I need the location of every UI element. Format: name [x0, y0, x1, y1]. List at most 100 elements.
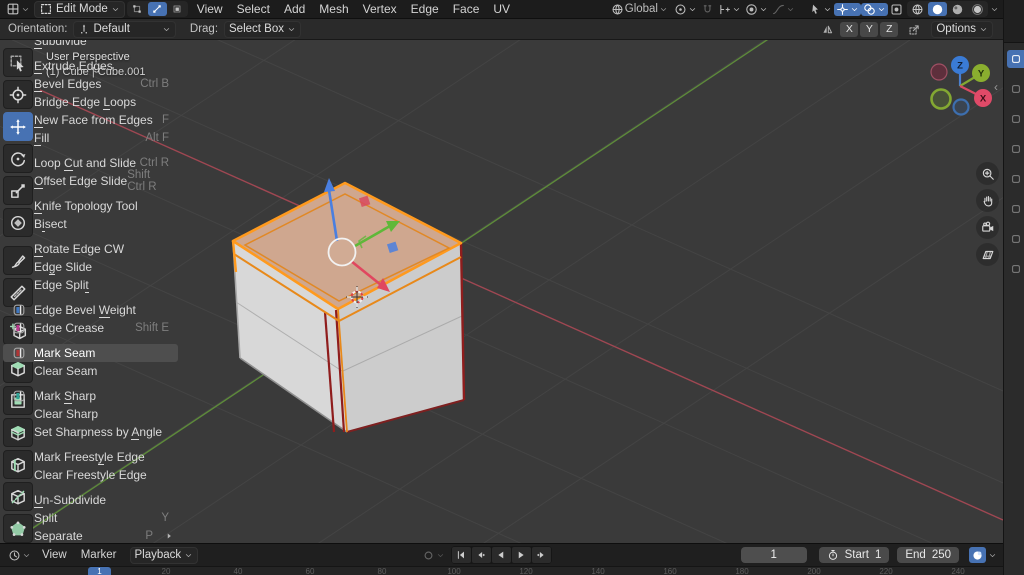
menu-select[interactable]: Select [230, 0, 277, 18]
overlays-button[interactable] [861, 2, 888, 16]
menu-item-extrude-edges[interactable]: Extrude Edges [3, 57, 178, 75]
gizmo-center-ring[interactable] [327, 237, 357, 267]
axis-ball-neg-y[interactable] [930, 88, 952, 110]
menu-item-bevel-edges[interactable]: Bevel Edges Ctrl B [3, 75, 178, 93]
menu-item-bridge-edge-loops[interactable]: Bridge Edge Loops [3, 93, 178, 111]
menu-item-edge-slide[interactable]: Edge Slide [3, 258, 178, 276]
modifier-tab-icon[interactable] [1007, 260, 1024, 278]
mirror-icon[interactable] [821, 23, 834, 36]
xray-button[interactable] [888, 3, 905, 16]
frame-end-field[interactable]: End 250 [897, 547, 959, 563]
hand-button[interactable] [976, 189, 999, 212]
pivot-point-button[interactable] [672, 3, 699, 16]
shading-dropdown-icon[interactable] [990, 5, 999, 14]
menu-item-clear-freestyle-edge[interactable]: Clear Freestyle Edge [3, 466, 178, 484]
play-button[interactable] [511, 547, 531, 563]
menu-view[interactable]: View [190, 0, 230, 18]
menu-item-mark-sharp[interactable]: Mark Sharp [3, 387, 178, 405]
snap-target-button[interactable] [716, 3, 743, 16]
playback-dropdown[interactable]: Playback [129, 546, 199, 564]
menu-item-rotate-edge-cw[interactable]: Rotate Edge CW [3, 240, 178, 258]
mirror-y-button[interactable]: Y [860, 21, 879, 37]
wireframe-sphere-button[interactable] [908, 2, 927, 16]
navigation-gizmo[interactable]: Z Y X [924, 53, 1000, 129]
zoom-button[interactable] [976, 162, 999, 185]
gridfloor-button[interactable] [976, 243, 999, 266]
menu-item-clear-seam[interactable]: Clear Seam [3, 362, 178, 380]
mode-dropdown[interactable]: Edit Mode [34, 0, 125, 18]
menu-item-edge-split[interactable]: Edge Split [3, 276, 178, 294]
current-frame-field[interactable]: 1 [740, 547, 807, 563]
mirror-z-button[interactable]: Z [880, 21, 899, 37]
menu-item-set-sharpness-by-angle[interactable]: Set Sharpness by Angle [3, 423, 178, 441]
chevron-down-icon [436, 551, 445, 560]
mirror-x-button[interactable]: X [840, 21, 859, 37]
menu-mesh[interactable]: Mesh [312, 0, 355, 18]
orientation-select[interactable]: Default [73, 20, 176, 38]
drag-select[interactable]: Select Box [224, 20, 301, 38]
menu-uv[interactable]: UV [486, 0, 517, 18]
frame-start-field[interactable]: Start 1 [818, 547, 890, 563]
menu-item-mark-seam[interactable]: Mark Seam [3, 344, 178, 362]
menu-face[interactable]: Face [446, 0, 487, 18]
axis-ball-neg-z[interactable] [952, 98, 970, 116]
menu-item-edge-crease[interactable]: Edge Crease Shift E [3, 319, 178, 337]
auto-keying-button[interactable] [420, 549, 447, 562]
timeline-menu-marker[interactable]: Marker [74, 546, 124, 564]
options-dropdown[interactable]: Options [931, 20, 993, 38]
editor-type-button[interactable] [4, 2, 32, 16]
chevron-down-icon[interactable] [988, 551, 997, 560]
vertex-select-button[interactable] [128, 2, 147, 16]
prev-key-button[interactable] [471, 547, 491, 563]
playhead-frame: 1 [97, 567, 102, 575]
edge-select-button[interactable] [147, 2, 167, 16]
face-select-button[interactable] [168, 2, 187, 16]
menu-item-mark-freestyle-edge[interactable]: Mark Freestyle Edge [3, 448, 178, 466]
active-tool-tab-icon[interactable] [1007, 50, 1024, 68]
render-tab-icon[interactable] [1007, 80, 1024, 98]
menu-item-fill[interactable]: Fill Alt F [3, 129, 178, 147]
next-key-button[interactable] [531, 547, 551, 563]
menu-add[interactable]: Add [277, 0, 312, 18]
menu-item-split[interactable]: Split Y [3, 509, 178, 527]
magnet-button[interactable] [699, 3, 716, 16]
render-sphere-button[interactable] [968, 2, 987, 16]
properties-header-sliver [1004, 0, 1024, 43]
skip-first-button[interactable] [451, 547, 471, 563]
falloff-button[interactable] [770, 3, 797, 16]
play-rev-button[interactable] [491, 547, 511, 563]
world-tab-icon[interactable] [1007, 200, 1024, 218]
menu-item-knife-topology-tool[interactable]: Knife Topology Tool [3, 197, 178, 215]
scene-tab-icon[interactable] [1007, 170, 1024, 188]
timeline-menu-view[interactable]: View [35, 546, 74, 564]
camera-button[interactable] [976, 216, 999, 239]
object-tab-icon[interactable] [1007, 230, 1024, 248]
timeline-editor-type-button[interactable] [6, 549, 33, 562]
output-tab-icon[interactable] [1007, 110, 1024, 128]
menu-item-bisect[interactable]: Bisect [3, 215, 178, 233]
material-sphere-button[interactable] [948, 2, 967, 16]
stopwatch-icon [827, 549, 839, 561]
menu-edge[interactable]: Edge [404, 0, 446, 18]
transform-orientation-dropdown[interactable]: Global [609, 3, 670, 16]
menu-item-offset-edge-slide[interactable]: Offset Edge Slide Shift Ctrl R [3, 169, 178, 193]
axis-ball-neg-x[interactable] [930, 63, 948, 81]
playhead[interactable]: 1 [88, 567, 111, 575]
menu-item-new-face-from-edges[interactable]: New Face from Edges F [3, 111, 178, 129]
proportional-button[interactable] [743, 3, 770, 16]
menu-vertex[interactable]: Vertex [356, 0, 404, 18]
menu-item-clear-sharp[interactable]: Clear Sharp [3, 405, 178, 423]
properties-editor-sliver[interactable] [1003, 0, 1024, 575]
gizmos-button[interactable] [834, 2, 861, 16]
menu-item-un-subdivide[interactable]: Un-Subdivide [3, 491, 178, 509]
sync-button[interactable] [969, 547, 986, 563]
menu-item-label: Separate [34, 529, 83, 544]
tweak-button[interactable] [807, 3, 834, 16]
solid-sphere-button[interactable] [928, 2, 947, 16]
menu-item-edge-bevel-weight[interactable]: Edge Bevel Weight [3, 301, 178, 319]
view-layer-tab-icon[interactable] [1007, 140, 1024, 158]
sidebar-collapse-arrow[interactable]: ‹ [994, 80, 998, 94]
timeline-ruler[interactable]: 1 20 40 60 80 100 120 140 160 180 200 220 240 [0, 566, 1003, 575]
cube-mesh[interactable] [231, 181, 466, 433]
snap-projection-icon[interactable] [908, 23, 921, 36]
